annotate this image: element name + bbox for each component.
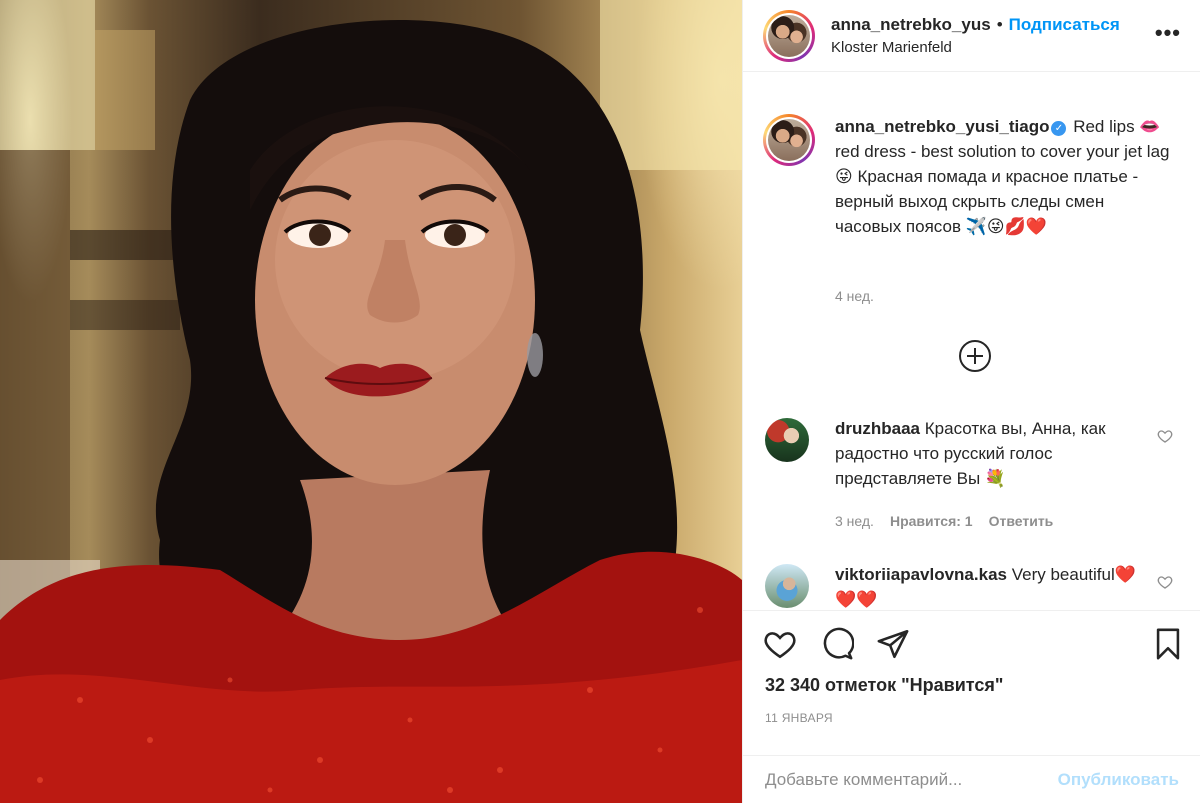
post-date[interactable]: 11 ЯНВАРЯ [765, 711, 833, 725]
comment-text-block: druzhbaaa Красотка вы, Анна, как радостн… [835, 416, 1153, 491]
separator-dot: • [996, 15, 1003, 34]
comment-bubble-icon[interactable] [820, 627, 854, 661]
add-comment-bar: Опубликовать [743, 755, 1200, 803]
location-link[interactable]: Kloster Marienfeld [831, 39, 1181, 56]
likes-count[interactable]: 32 340 отметок "Нравится" [765, 675, 1003, 696]
post-photo[interactable] [0, 0, 742, 803]
post-panel: anna_netrebko_yus • Подписаться Kloster … [742, 0, 1200, 803]
publish-button[interactable]: Опубликовать [1058, 770, 1179, 790]
comment-author[interactable]: druzhbaaa [835, 419, 920, 438]
portrait-image [0, 0, 742, 803]
reply-button[interactable]: Ответить [989, 513, 1054, 529]
caption: anna_netrebko_yusi_tiago ✓ Red lips 👄 red… [763, 114, 1183, 239]
author-avatar[interactable] [763, 9, 815, 62]
caption-text-block: anna_netrebko_yusi_tiago ✓ Red lips 👄 red… [835, 114, 1175, 239]
header-meta: anna_netrebko_yus • Подписаться Kloster … [831, 15, 1181, 56]
comment-meta: 3 нед. Нравится: 1 Ответить [835, 513, 1053, 529]
author-username[interactable]: anna_netrebko_yus [831, 15, 991, 35]
caption-author-avatar[interactable] [763, 114, 815, 166]
verified-badge-icon: ✓ [1051, 121, 1067, 136]
comment-like-icon[interactable] [1157, 574, 1173, 590]
comment-like-icon[interactable] [1157, 428, 1173, 444]
action-bar [743, 610, 1200, 674]
comment-likes[interactable]: Нравится: 1 [890, 513, 973, 529]
post-header: anna_netrebko_yus • Подписаться Kloster … [743, 0, 1200, 72]
more-options-icon[interactable]: ••• [1155, 20, 1181, 46]
caption-time[interactable]: 4 нед. [835, 288, 874, 304]
comment-item: viktoriiapavlovna.kas Very beautiful❤️❤️… [763, 562, 1183, 610]
commenter-avatar[interactable] [765, 564, 809, 608]
comment-author[interactable]: viktoriiapavlovna.kas [835, 565, 1007, 584]
comment-item: druzhbaaa Красотка вы, Анна, как радостн… [763, 416, 1183, 491]
follow-button[interactable]: Подписаться [1009, 15, 1120, 35]
commenter-avatar[interactable] [765, 418, 809, 462]
caption-author[interactable]: anna_netrebko_yusi_tiago [835, 117, 1049, 136]
comment-text-block: viktoriiapavlovna.kas Very beautiful❤️❤️… [835, 562, 1153, 610]
save-bookmark-icon[interactable] [1151, 627, 1185, 661]
comments-scroll-area[interactable]: anna_netrebko_yusi_tiago ✓ Red lips 👄 red… [743, 73, 1200, 610]
like-heart-icon[interactable] [763, 627, 797, 661]
comment-time[interactable]: 3 нед. [835, 513, 874, 529]
load-more-comments-icon[interactable] [959, 340, 991, 372]
comment-input[interactable] [765, 769, 1058, 790]
share-send-icon[interactable] [876, 627, 910, 661]
